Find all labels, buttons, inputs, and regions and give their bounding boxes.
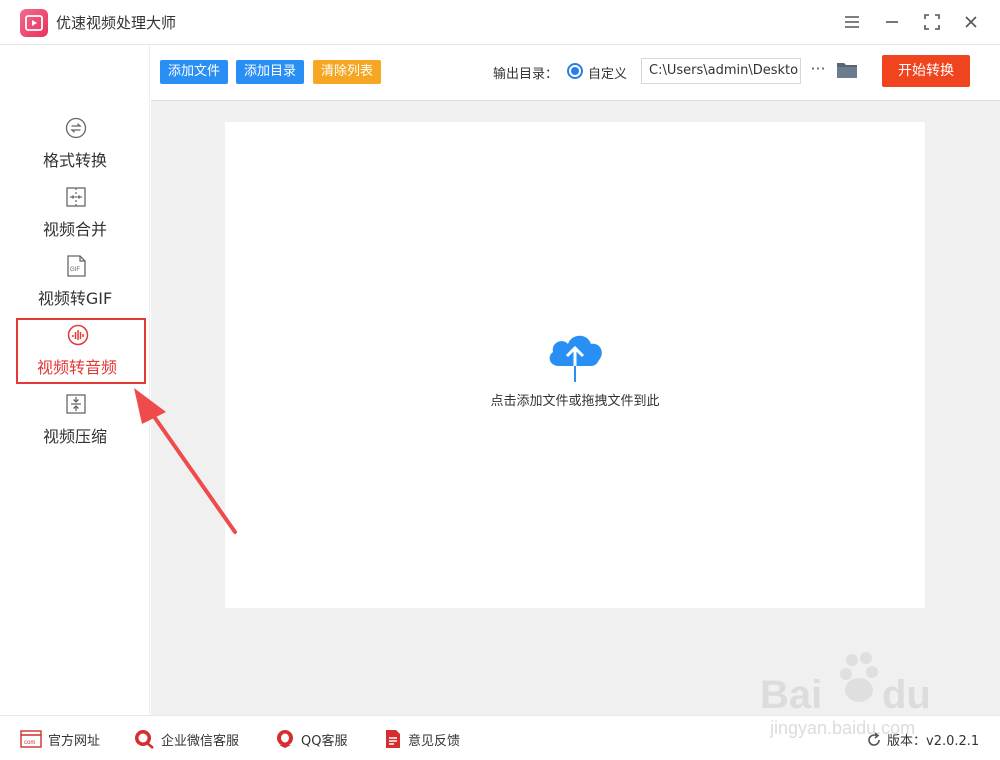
app-logo-icon: [20, 9, 48, 37]
gif-icon: GIF: [67, 255, 86, 277]
custom-dir-radio[interactable]: [567, 63, 583, 79]
sidebar-item-label: 格式转换: [42, 151, 107, 170]
format-convert-icon: [65, 117, 87, 139]
svg-text:com: com: [24, 740, 35, 746]
cloud-upload-icon: [549, 335, 602, 382]
footer: com 官方网址 企业微信客服 QQ客服 意见反馈 版本：v2.0.2.1: [0, 715, 1000, 760]
audio-icon: [67, 324, 89, 346]
add-file-button[interactable]: 添加文件: [160, 60, 229, 84]
qq-icon: [277, 730, 293, 748]
feedback-icon: [386, 730, 400, 748]
start-convert-button[interactable]: 开始转换: [882, 55, 970, 87]
sidebar-item-video-to-audio[interactable]: 视频转音频: [16, 318, 146, 384]
merge-icon: [66, 187, 86, 207]
add-directory-button[interactable]: 添加目录: [236, 60, 305, 84]
sidebar-item-label: 视频转GIF: [37, 289, 113, 308]
wechat-service-label: 企业微信客服: [161, 733, 240, 749]
feedback-label: 意见反馈: [408, 733, 461, 749]
toolbar: 添加文件 添加目录 清除列表 输出目录： 自定义 C:\Users\admin\…: [151, 45, 1000, 101]
sidebar-item-label: 视频压缩: [42, 427, 107, 446]
drop-hint-text: 点击添加文件或拖拽文件到此: [490, 394, 660, 409]
clear-list-button[interactable]: 清除列表: [313, 60, 382, 84]
file-drop-zone[interactable]: 点击添加文件或拖拽文件到此: [225, 122, 925, 608]
sidebar-item-video-to-gif[interactable]: GIF 视频转GIF: [16, 251, 146, 317]
website-icon: com: [20, 730, 42, 748]
qq-service-link[interactable]: QQ客服: [275, 728, 347, 750]
folder-icon[interactable]: [835, 59, 859, 81]
wechat-icon: [135, 730, 154, 749]
sidebar-item-label: 视频转音频: [36, 358, 117, 377]
wechat-service-link[interactable]: 企业微信客服: [133, 728, 239, 750]
refresh-icon[interactable]: [866, 731, 882, 748]
app-title: 优速视频处理大师: [56, 14, 177, 32]
maximize-icon[interactable]: [920, 10, 944, 34]
official-website-label: 官方网址: [48, 733, 101, 749]
menu-icon[interactable]: [840, 10, 864, 34]
version-info: 版本：v2.0.2.1: [866, 730, 979, 749]
main-area: 添加文件 添加目录 清除列表 输出目录： 自定义 C:\Users\admin\…: [151, 45, 1000, 715]
minimize-icon[interactable]: [880, 10, 904, 34]
feedback-link[interactable]: 意见反馈: [384, 728, 460, 750]
qq-service-label: QQ客服: [301, 733, 348, 749]
official-website-link[interactable]: com 官方网址: [20, 728, 100, 750]
sidebar: 格式转换 视频合并 GIF 视频转GIF 视频转音频 视频压缩: [0, 45, 150, 715]
close-icon[interactable]: [959, 10, 983, 34]
title-bar: 优速视频处理大师: [0, 0, 1000, 45]
custom-dir-radio-label: 自定义: [588, 67, 628, 82]
sidebar-item-format-convert[interactable]: 格式转换: [16, 113, 146, 179]
output-path-field[interactable]: C:\Users\admin\Deskto: [641, 58, 801, 84]
svg-text:GIF: GIF: [70, 267, 80, 273]
more-icon[interactable]: ···: [807, 58, 829, 84]
version-label: 版本：v2.0.2.1: [887, 734, 980, 749]
sidebar-item-label: 视频合并: [42, 220, 107, 239]
compress-icon: [66, 394, 86, 414]
sidebar-item-video-compress[interactable]: 视频压缩: [16, 389, 146, 455]
sidebar-item-video-merge[interactable]: 视频合并: [16, 182, 146, 248]
output-dir-label: 输出目录：: [493, 67, 559, 82]
